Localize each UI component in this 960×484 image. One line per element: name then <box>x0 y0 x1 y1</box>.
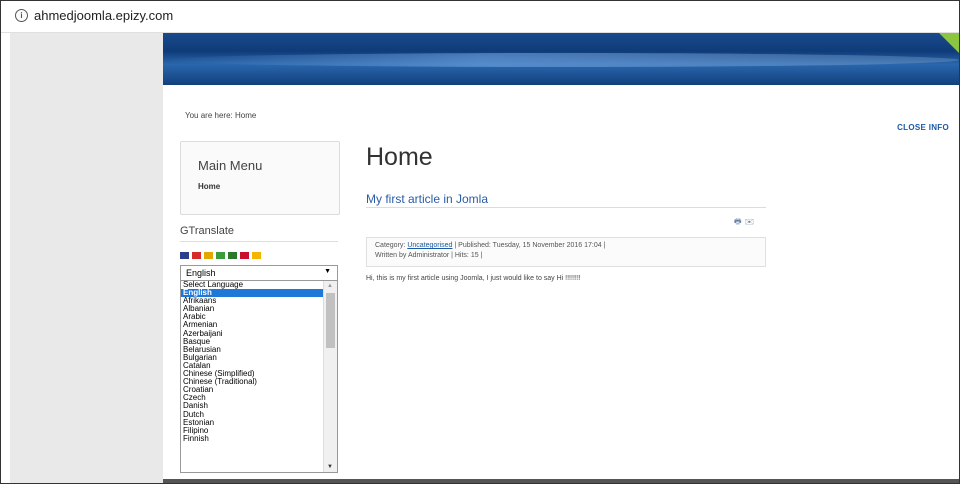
german-flag-icon[interactable] <box>204 252 213 259</box>
article-info: Category: Uncategorised | Published: Tue… <box>366 237 766 267</box>
divider <box>180 241 338 242</box>
article-actions: 🖶✉ <box>734 216 757 230</box>
dropdown-arrow-icon[interactable]: ▼ <box>324 268 331 275</box>
divider <box>366 207 766 208</box>
viewport: You are here: Home CLOSE INFO Main Menu … <box>10 33 959 483</box>
french-flag-icon[interactable] <box>192 252 201 259</box>
gtranslate-title: GTranslate <box>180 225 235 237</box>
scroll-thumb[interactable] <box>326 293 335 348</box>
article-author-hits: Written by Administrator | Hits: 15 | <box>375 252 483 259</box>
spanish-flag-icon[interactable] <box>252 252 261 259</box>
close-info-link[interactable]: CLOSE INFO <box>897 123 949 132</box>
scrollbar[interactable]: ▲ ▼ <box>323 281 337 472</box>
language-option[interactable]: Danish <box>181 402 337 410</box>
browser-window: i ahmedjoomla.epizy.com You are here: Ho… <box>0 0 960 484</box>
page: You are here: Home CLOSE INFO Main Menu … <box>163 33 959 483</box>
language-flags <box>180 252 261 260</box>
category-link[interactable]: Uncategorised <box>407 242 452 249</box>
published-date: | Published: Tuesday, 15 November 2016 1… <box>454 242 606 249</box>
article-info-line1: Category: Uncategorised | Published: Tue… <box>375 242 605 249</box>
italian-flag-icon[interactable] <box>216 252 225 259</box>
breadcrumb: You are here: Home <box>185 111 257 120</box>
language-select-value: English <box>186 268 216 278</box>
main-content: Home My first article in Jomla 🖶✉ Catego… <box>366 33 766 483</box>
article-body: Hi, this is my first article using Jooml… <box>366 275 581 282</box>
scroll-up-icon[interactable]: ▲ <box>327 283 333 289</box>
language-options: Select Language English Afrikaans Albanian A… <box>181 281 337 443</box>
print-icon[interactable]: 🖶 <box>734 217 745 226</box>
english-flag-icon[interactable] <box>180 252 189 259</box>
page-title: Home <box>366 143 433 171</box>
info-icon[interactable]: i <box>15 9 28 22</box>
email-icon[interactable]: ✉ <box>745 217 757 226</box>
url-text[interactable]: ahmedjoomla.epizy.com <box>34 8 173 23</box>
menu-item-home[interactable]: Home <box>198 182 220 191</box>
language-option[interactable]: Finnish <box>181 434 337 443</box>
main-menu-module: Main Menu Home <box>180 141 340 215</box>
portuguese-flag-icon[interactable] <box>228 252 237 259</box>
language-select[interactable]: English ▼ <box>180 265 338 281</box>
address-bar[interactable]: i ahmedjoomla.epizy.com <box>1 1 959 33</box>
scroll-down-icon[interactable]: ▼ <box>327 464 333 470</box>
main-menu-title: Main Menu <box>198 158 263 173</box>
footer-bar <box>163 479 959 483</box>
category-label: Category: <box>375 242 406 249</box>
banner-corner <box>939 33 959 53</box>
language-dropdown-list[interactable]: Select Language English Afrikaans Albanian A… <box>180 280 338 473</box>
russian-flag-icon[interactable] <box>240 252 249 259</box>
article-title[interactable]: My first article in Jomla <box>366 192 488 206</box>
